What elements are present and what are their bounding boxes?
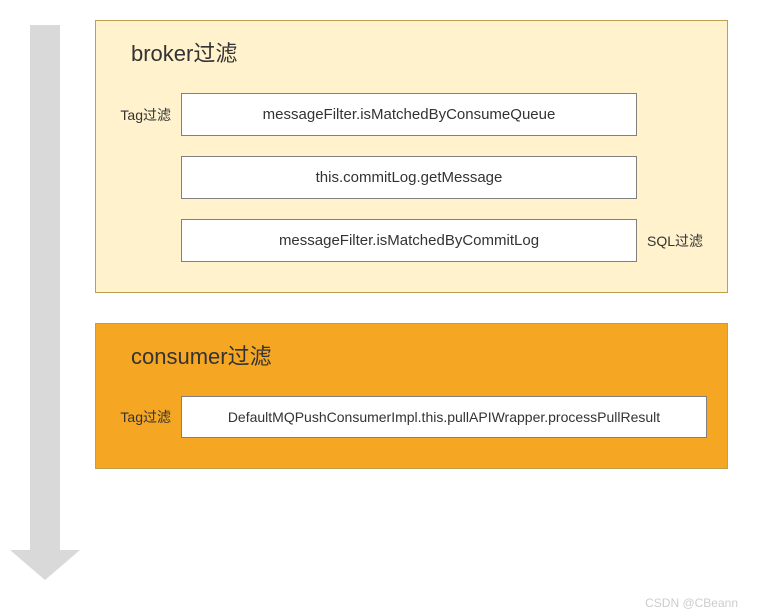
broker-row-1: Tag过滤 messageFilter.isMatchedByConsumeQu…: [116, 93, 707, 136]
broker-row-3: messageFilter.isMatchedByCommitLog SQL过滤: [116, 219, 707, 262]
tag-filter-label: Tag过滤: [116, 105, 171, 125]
diagram-container: broker过滤 Tag过滤 messageFilter.isMatchedBy…: [0, 0, 758, 590]
sql-filter-label: SQL过滤: [647, 231, 707, 251]
broker-filter-panel: broker过滤 Tag过滤 messageFilter.isMatchedBy…: [95, 20, 728, 293]
arrow-shaft: [30, 25, 60, 550]
broker-panel-title: broker过滤: [116, 36, 707, 68]
flow-arrow: [10, 20, 80, 580]
watermark-text: CSDN @CBeann: [645, 596, 738, 610]
broker-row-2: this.commitLog.getMessage: [116, 156, 707, 199]
broker-box-commit-log-get: this.commitLog.getMessage: [181, 156, 637, 199]
consumer-row-1: Tag过滤 DefaultMQPushConsumerImpl.this.pul…: [116, 396, 707, 438]
content-column: broker过滤 Tag过滤 messageFilter.isMatchedBy…: [95, 20, 728, 580]
broker-box-consume-queue: messageFilter.isMatchedByConsumeQueue: [181, 93, 637, 136]
consumer-panel-title: consumer过滤: [116, 339, 707, 371]
arrow-head-icon: [10, 550, 80, 580]
consumer-filter-panel: consumer过滤 Tag过滤 DefaultMQPushConsumerIm…: [95, 323, 728, 469]
consumer-box-process-result: DefaultMQPushConsumerImpl.this.pullAPIWr…: [181, 396, 707, 438]
consumer-tag-filter-label: Tag过滤: [116, 407, 171, 427]
broker-box-commit-log-match: messageFilter.isMatchedByCommitLog: [181, 219, 637, 262]
